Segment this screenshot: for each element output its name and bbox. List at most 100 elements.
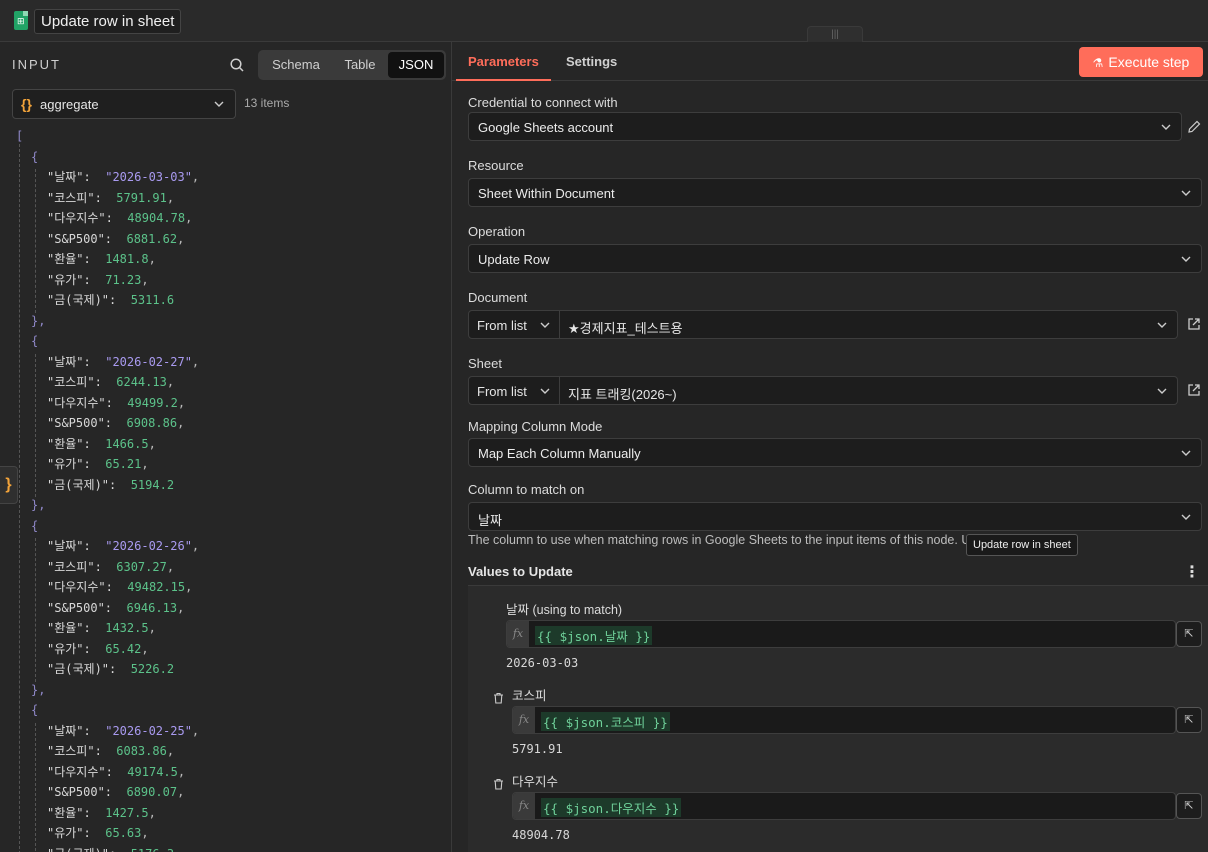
tab-schema[interactable]: Schema bbox=[260, 52, 332, 78]
trash-icon[interactable] bbox=[493, 692, 504, 704]
external-link-icon[interactable] bbox=[1187, 383, 1201, 397]
json-line: "환율": 1432.5, bbox=[47, 621, 156, 635]
sheet-mode-value: From list bbox=[477, 384, 527, 399]
json-line: "코스피": 6083.86, bbox=[47, 744, 175, 758]
more-options-icon[interactable]: ⋮ bbox=[1184, 565, 1200, 581]
chevron-down-icon bbox=[214, 101, 224, 107]
json-line: "금(국제)": 5226.2 bbox=[47, 662, 175, 676]
sheet-select[interactable]: 지표 트래킹(2026~) bbox=[560, 376, 1178, 405]
json-line: "다우지수": 49482.15, bbox=[47, 580, 193, 594]
sheet-value: 지표 트래킹(2026~) bbox=[568, 387, 677, 402]
json-line: }, bbox=[31, 498, 46, 512]
json-line: "환율": 1481.8, bbox=[47, 252, 156, 266]
document-mode-value: From list bbox=[477, 318, 527, 333]
indent-guide bbox=[35, 722, 36, 852]
sheet-mode-select[interactable]: From list bbox=[468, 376, 560, 405]
value-label: 날짜 (using to match) bbox=[506, 603, 623, 617]
expression-value: {{ $json.다우지수 }} bbox=[541, 798, 682, 817]
json-braces-icon: {} bbox=[21, 96, 32, 112]
external-link-icon[interactable] bbox=[1187, 317, 1201, 331]
fx-icon: fx bbox=[513, 707, 535, 733]
expression-result: 48904.78 bbox=[512, 828, 570, 842]
expression-value: {{ $json.코스피 }} bbox=[541, 712, 670, 731]
google-sheets-icon bbox=[14, 11, 28, 30]
credential-select[interactable]: Google Sheets account bbox=[468, 112, 1182, 141]
value-label: 코스피 bbox=[512, 689, 547, 703]
document-value: ★경제지표_테스트용 bbox=[568, 321, 683, 336]
json-line: "다우지수": 49174.5, bbox=[47, 764, 186, 779]
credential-label: Credential to connect with bbox=[468, 95, 618, 110]
view-mode-toggle: Schema Table JSON bbox=[258, 50, 446, 80]
chevron-down-icon bbox=[1181, 514, 1191, 520]
chevron-down-icon bbox=[540, 322, 550, 328]
indent-guide bbox=[19, 144, 20, 852]
fx-icon: fx bbox=[513, 793, 535, 819]
expression-field[interactable]: fx {{ $json.날짜 }} bbox=[506, 620, 1176, 648]
json-line: "날짜": "2026-02-25", bbox=[47, 723, 200, 738]
json-line: "유가": 71.23, bbox=[47, 272, 149, 287]
operation-value: Update Row bbox=[478, 252, 550, 267]
json-line: "환율": 1427.5, bbox=[47, 805, 156, 820]
json-line: "환율": 1466.5, bbox=[47, 436, 156, 451]
chevron-down-icon bbox=[1161, 124, 1171, 130]
expression-result: 5791.91 bbox=[512, 742, 563, 756]
expression-field[interactable]: fx {{ $json.코스피 }} bbox=[512, 706, 1176, 734]
json-line: }, bbox=[31, 682, 46, 697]
open-expression-editor-icon[interactable]: ⇱ bbox=[1176, 793, 1202, 819]
json-line: "S&P500": 6890.07, bbox=[47, 785, 185, 799]
mapping-mode-label: Mapping Column Mode bbox=[468, 419, 603, 434]
values-list: 날짜 (using to match) fx {{ $json.날짜 }} ⇱ … bbox=[468, 586, 1208, 852]
json-line: "다우지수": 48904.78, bbox=[47, 211, 193, 225]
tab-table[interactable]: Table bbox=[332, 52, 388, 78]
match-column-hint: The column to use when matching rows in … bbox=[468, 533, 1040, 547]
json-line: { bbox=[31, 703, 39, 717]
json-line: "유가": 65.42, bbox=[47, 641, 149, 656]
resource-select[interactable]: Sheet Within Document bbox=[468, 178, 1202, 207]
sheet-label: Sheet bbox=[468, 356, 502, 371]
resource-label: Resource bbox=[468, 158, 524, 173]
execute-step-button[interactable]: ⚗ Execute step bbox=[1079, 47, 1203, 77]
json-line: "S&P500": 6946.13, bbox=[47, 600, 185, 615]
operation-label: Operation bbox=[468, 224, 526, 239]
expression-field[interactable]: fx {{ $json.다우지수 }} bbox=[512, 792, 1176, 820]
chevron-down-icon bbox=[1181, 256, 1191, 262]
value-label: 다우지수 bbox=[512, 775, 559, 789]
tab-json[interactable]: JSON bbox=[388, 52, 444, 78]
json-line: "코스피": 5791.91, bbox=[47, 190, 175, 205]
fx-icon: fx bbox=[507, 621, 529, 647]
resource-value: Sheet Within Document bbox=[478, 186, 615, 201]
json-braces-side-icon[interactable]: } bbox=[0, 466, 18, 504]
search-icon[interactable] bbox=[230, 58, 244, 72]
trash-icon[interactable] bbox=[493, 778, 504, 790]
json-line: "코스피": 6244.13, bbox=[47, 375, 175, 389]
expression-result: 2026-03-03 bbox=[506, 656, 579, 670]
open-expression-editor-icon[interactable]: ⇱ bbox=[1176, 707, 1202, 733]
execute-step-label: Execute step bbox=[1108, 54, 1190, 70]
source-node-select[interactable]: {} aggregate bbox=[12, 89, 236, 119]
document-select[interactable]: ★경제지표_테스트용 bbox=[560, 310, 1178, 339]
source-node-value: aggregate bbox=[40, 97, 99, 112]
operation-select[interactable]: Update Row bbox=[468, 244, 1202, 273]
open-expression-editor-icon[interactable]: ⇱ bbox=[1176, 621, 1202, 647]
input-panel: INPUT Schema Table JSON {} aggregate 13 … bbox=[0, 42, 452, 852]
json-viewer[interactable]: [{"날짜": "2026-03-03", "코스피": 5791.91, "다우지… bbox=[0, 126, 450, 852]
json-line: "금(국제)": 5311.6 bbox=[47, 293, 175, 307]
indent-guide bbox=[35, 169, 36, 313]
tab-settings[interactable]: Settings bbox=[566, 54, 617, 69]
json-line: { bbox=[31, 518, 39, 533]
input-panel-title: INPUT bbox=[12, 57, 61, 72]
pencil-icon[interactable] bbox=[1187, 120, 1201, 134]
match-column-select[interactable]: 날짜 bbox=[468, 502, 1202, 531]
mapping-mode-select[interactable]: Map Each Column Manually bbox=[468, 438, 1202, 467]
expression-value: {{ $json.날짜 }} bbox=[535, 626, 653, 645]
json-line: "유가": 65.63, bbox=[47, 826, 149, 840]
tab-parameters[interactable]: Parameters bbox=[468, 54, 539, 69]
drag-handle-icon[interactable]: ||| bbox=[807, 26, 863, 42]
json-line: { bbox=[31, 149, 39, 164]
indent-guide bbox=[35, 538, 36, 682]
node-title[interactable]: Update row in sheet bbox=[34, 9, 182, 34]
chevron-down-icon bbox=[1157, 322, 1167, 328]
json-line: [ bbox=[16, 129, 24, 143]
document-mode-select[interactable]: From list bbox=[468, 310, 560, 339]
chevron-down-icon bbox=[1181, 450, 1191, 456]
